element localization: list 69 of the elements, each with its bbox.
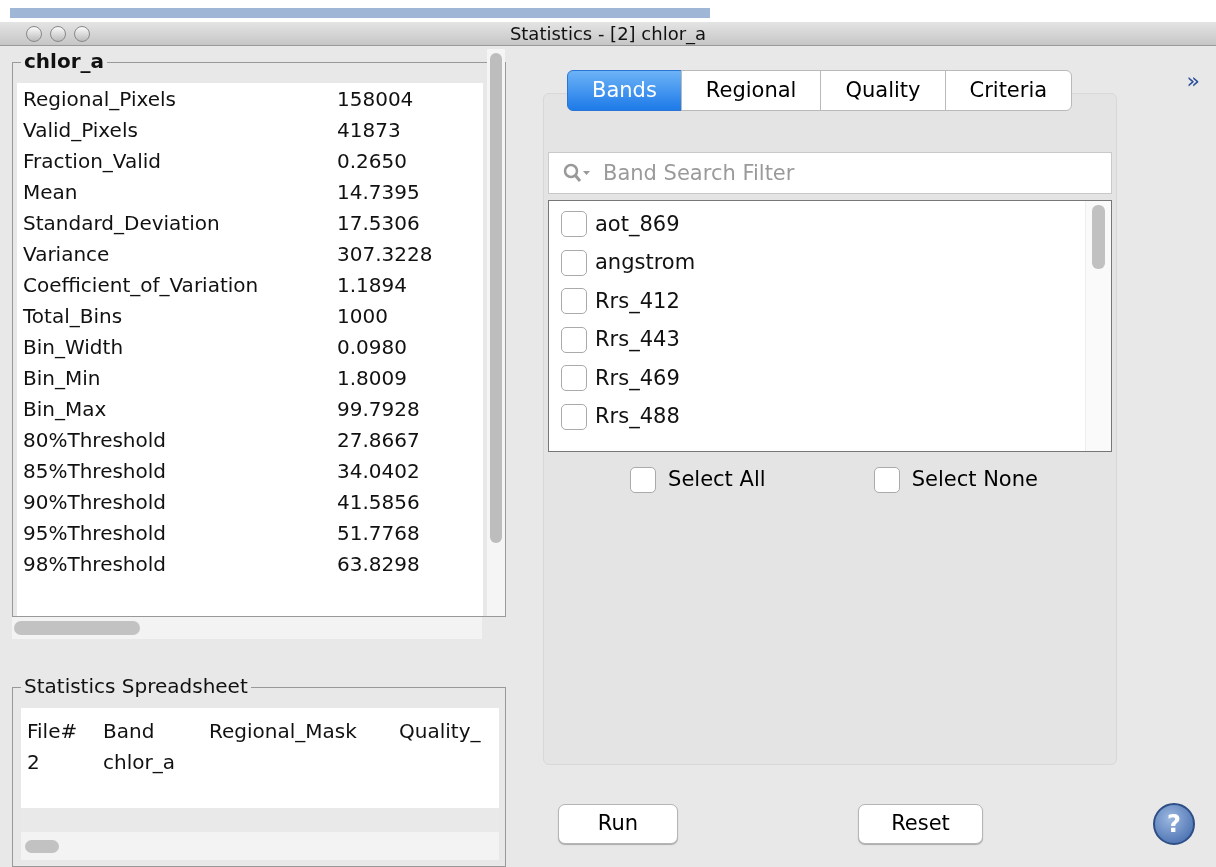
reset-button[interactable]: Reset [858,804,983,844]
stat-name: Bin_Max [22,395,108,423]
column-header: Band [103,718,156,745]
table-cell-text: 2 [26,749,41,776]
stat-value: 41873 [337,116,401,144]
tab[interactable]: Quality [820,70,946,111]
stat-value: 0.0980 [337,333,407,361]
stat-name: 85%Threshold [22,457,168,485]
stat-name: Coefficient_of_Variation [22,271,260,299]
checkbox[interactable] [561,326,587,353]
band-name: Rrs_443 [595,326,680,354]
stat-value: 63.8298 [337,550,420,578]
checkbox[interactable] [561,211,587,238]
column-header: File# [26,718,79,745]
checkbox-option[interactable]: Select None [873,464,1038,496]
stat-name: Regional_Pixels [22,85,177,113]
horizontal-scrollbar[interactable] [21,832,499,860]
stat-value: 1000 [337,302,388,330]
stat-value: 17.5306 [337,209,420,237]
stat-value: 34.0402 [337,457,420,485]
stat-value: 1.1894 [337,271,407,299]
stat-name: Mean [22,178,79,206]
minimize-button[interactable] [50,25,66,42]
stat-name: Variance [22,240,111,268]
stat-value: 1.8009 [337,364,407,392]
search-field[interactable]: Band Search Filter [548,152,1112,194]
column-header: Quality_ [399,718,482,745]
band-name: angstrom [595,249,696,276]
band-name: Rrs_488 [595,403,680,431]
stat-value: 14.7395 [337,178,420,206]
stat-value: 307.3228 [337,240,433,268]
checkbox[interactable] [561,365,587,392]
stat-name: Fraction_Valid [22,147,163,175]
stat-name: Standard_Deviation [22,209,221,237]
stat-name: Bin_Width [22,333,125,361]
band-name: Rrs_412 [595,287,680,316]
tab[interactable]: Criteria [944,70,1073,111]
tab[interactable]: Regional [680,70,822,111]
band-name: aot_869 [595,210,680,239]
stat-name: Total_Bins [22,302,124,330]
vertical-scrollbar[interactable] [1085,201,1111,451]
checkbox[interactable] [873,466,900,493]
band-name: Rrs_469 [595,364,680,393]
stat-name: 98%Threshold [22,550,168,578]
checkbox[interactable] [561,288,587,315]
run-button[interactable]: Run [558,804,678,844]
checkbox[interactable] [561,403,587,430]
stat-value: 158004 [337,85,414,113]
vertical-scrollbar[interactable] [487,49,505,616]
stat-name: 90%Threshold [22,488,168,516]
stat-name: Valid_Pixels [22,116,139,144]
window-title: Statistics - [2] chlor_a [509,23,707,44]
stat-value: 51.7768 [337,519,420,547]
zoom-button[interactable] [74,25,90,42]
table-cell-text: chlor_a [103,749,176,776]
stat-value: 27.8667 [337,426,420,454]
expand-button[interactable]: » [1186,70,1200,92]
stat-value: 0.2650 [337,147,407,175]
checkbox[interactable] [630,466,657,493]
stat-value: 99.7928 [337,395,420,423]
stat-value: 41.5856 [337,488,420,516]
horizontal-scrollbar[interactable] [12,617,482,639]
close-button[interactable] [26,25,42,42]
stat-name: 80%Threshold [22,426,168,454]
stat-name: 95%Threshold [22,519,168,547]
stat-name: Bin_Min [22,364,102,392]
checkbox-option[interactable]: Select All [630,464,766,496]
checkbox[interactable] [561,249,587,276]
column-header: Regional_Mask [209,718,358,745]
